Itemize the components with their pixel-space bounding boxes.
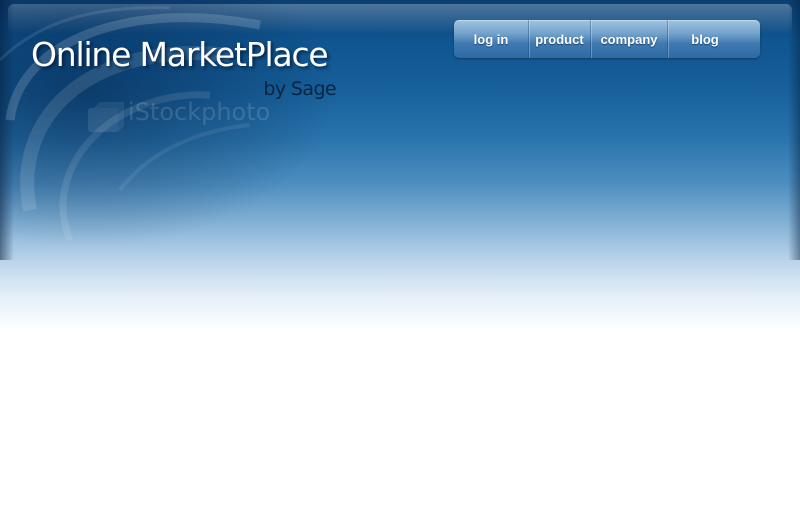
- nav-log-in-link[interactable]: log in: [454, 20, 528, 58]
- logo-subtitle: by Sage: [263, 78, 336, 100]
- nav-blog-link[interactable]: blog: [668, 20, 742, 58]
- nav-company-link[interactable]: company: [591, 20, 667, 58]
- watermark-text: iStockphoto: [128, 98, 271, 126]
- page: iStockphoto Online MarketPlace by Sage l…: [0, 0, 800, 525]
- logo-title: Online MarketPlace: [31, 35, 329, 74]
- watermark-camera-icon: [88, 102, 124, 132]
- top-nav-bar: log in product company blog: [454, 20, 760, 58]
- nav-product-link[interactable]: product: [529, 20, 590, 58]
